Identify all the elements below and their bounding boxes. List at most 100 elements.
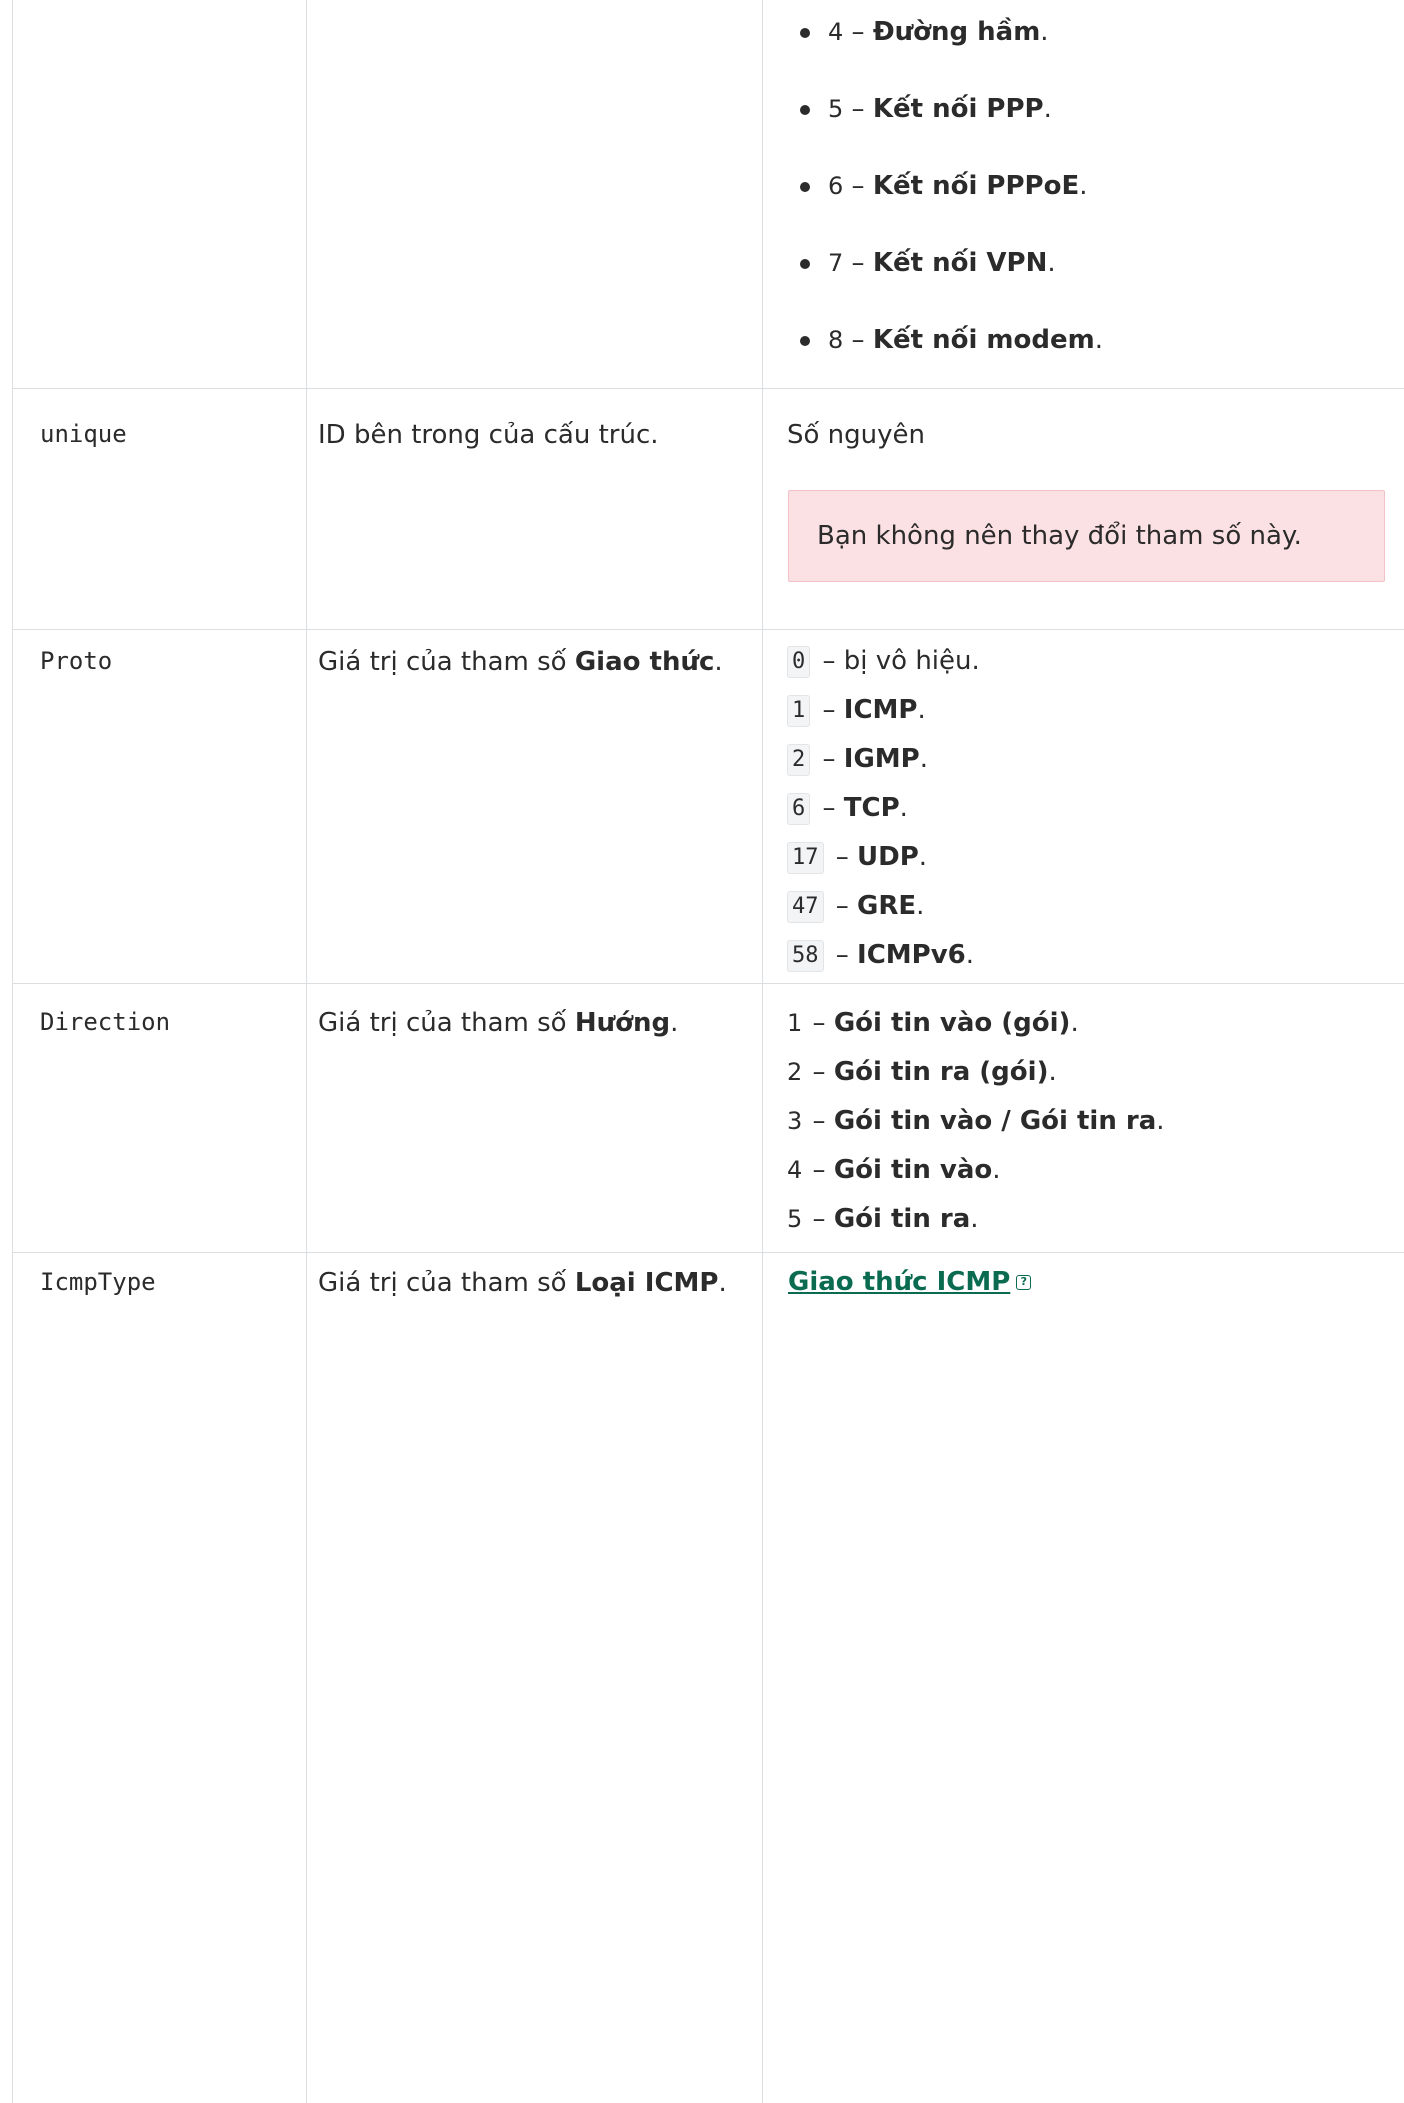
param-desc-proto: Giá trị của tham số Giao thức. — [318, 645, 723, 679]
value-code: 0 — [787, 645, 811, 678]
param-name-unique: unique — [40, 420, 127, 448]
value-number: 1 — [787, 1009, 803, 1037]
row-divider — [12, 1252, 1404, 1253]
link-text[interactable]: Giao thức ICMP — [788, 1267, 1010, 1297]
value-number: 5 — [787, 1205, 803, 1233]
row-divider — [12, 629, 1404, 630]
list-item-number: 4 — [828, 18, 844, 46]
value-bold: Gói tin vào — [833, 1155, 993, 1185]
value-bold: Gói tin vào (gói) — [833, 1008, 1071, 1038]
proto-value-row: 17 – UDP. — [787, 840, 927, 874]
warning-note: Bạn không nên thay đổi tham số này. — [788, 490, 1385, 582]
desc-suffix: . — [718, 1268, 727, 1298]
value-text: – — [814, 744, 844, 774]
connection-type-list: 4 – Đường hầm. 5 – Kết nối PPP. 6 – Kết … — [798, 14, 1103, 399]
value-text: – — [804, 1057, 834, 1087]
column-divider-1 — [306, 0, 307, 2103]
value-bold: Gói tin ra — [833, 1204, 971, 1234]
list-item-label: Kết nối PPPoE — [872, 171, 1080, 201]
column-divider-2 — [762, 0, 763, 2103]
list-item-separator: – — [851, 17, 865, 47]
bullet-icon — [800, 259, 810, 269]
list-item-separator: – — [851, 94, 865, 124]
list-item-end: . — [1094, 325, 1103, 355]
list-item-end: . — [1047, 248, 1056, 278]
value-bold: TCP — [843, 793, 900, 823]
param-value-unique: Số nguyên — [787, 420, 925, 450]
param-name-icmptype: IcmpType — [40, 1268, 156, 1296]
value-text: – — [804, 1204, 834, 1234]
proto-value-row: 47 – GRE. — [787, 889, 924, 923]
value-bold: Gói tin vào / Gói tin ra — [833, 1106, 1157, 1136]
value-bold: GRE — [857, 891, 917, 921]
direction-value-row: 2 – Gói tin ra (gói). — [787, 1055, 1057, 1089]
list-item-label: Đường hầm — [872, 17, 1041, 47]
value-bold: ICMP — [843, 695, 918, 725]
list-item-number: 7 — [828, 249, 844, 277]
value-bold: IGMP — [843, 744, 920, 774]
list-item-number: 5 — [828, 95, 844, 123]
value-end: . — [992, 1155, 1001, 1185]
list-item-label: Kết nối modem — [872, 325, 1095, 355]
list-item-separator: – — [851, 248, 865, 278]
desc-prefix: Giá trị của tham số — [318, 1008, 575, 1038]
value-bold: UDP — [857, 842, 919, 872]
direction-value-row: 1 – Gói tin vào (gói). — [787, 1006, 1079, 1040]
list-item-number: 8 — [828, 326, 844, 354]
direction-value-row: 5 – Gói tin ra. — [787, 1202, 979, 1236]
desc-bold: Loại ICMP — [574, 1268, 719, 1298]
list-item: 6 – Kết nối PPPoE. — [798, 168, 1103, 245]
param-name-direction: Direction — [40, 1008, 171, 1036]
proto-value-row: 58 – ICMPv6. — [787, 938, 974, 972]
list-item-label: Kết nối PPP — [872, 94, 1044, 124]
list-item: 5 – Kết nối PPP. — [798, 91, 1103, 168]
list-item-separator: – — [851, 325, 865, 355]
value-end: . — [899, 793, 908, 823]
table-border-left — [12, 0, 13, 2103]
value-text: – — [804, 1106, 834, 1136]
desc-prefix: Giá trị của tham số — [318, 1268, 575, 1298]
parameter-table: 4 – Đường hầm. 5 – Kết nối PPP. 6 – Kết … — [0, 0, 1404, 2103]
value-text: – — [814, 793, 844, 823]
value-end: . — [970, 1204, 979, 1234]
list-item-number: 6 — [828, 172, 844, 200]
value-code: 6 — [787, 792, 811, 825]
list-item: 8 – Kết nối modem. — [798, 322, 1103, 399]
bullet-icon — [800, 182, 810, 192]
list-item-end: . — [1079, 171, 1088, 201]
value-end: . — [916, 891, 925, 921]
value-text: – — [804, 1008, 834, 1038]
help-popup-icon[interactable]: ? — [1016, 1275, 1032, 1290]
list-item-label: Kết nối VPN — [872, 248, 1048, 278]
param-desc-unique: ID bên trong của cấu trúc. — [318, 420, 659, 450]
desc-bold: Hướng — [574, 1008, 671, 1038]
value-number: 3 — [787, 1107, 803, 1135]
value-end: . — [1070, 1008, 1079, 1038]
value-end: . — [918, 842, 928, 872]
proto-value-row: 6 – TCP. — [787, 791, 908, 825]
param-name-proto: Proto — [40, 647, 113, 675]
icmp-protocol-link[interactable]: Giao thức ICMP? — [788, 1265, 1032, 1299]
desc-prefix: Giá trị của tham số — [318, 647, 575, 677]
value-end: . — [965, 940, 975, 970]
value-text: – — [804, 1155, 834, 1185]
value-number: 4 — [787, 1156, 803, 1184]
value-text: – — [827, 940, 858, 970]
direction-value-row: 4 – Gói tin vào. — [787, 1153, 1001, 1187]
value-code: 2 — [787, 743, 811, 776]
proto-value-row: 0 – bị vô hiệu. — [787, 644, 980, 678]
value-code: 58 — [787, 939, 824, 972]
value-code: 47 — [787, 890, 824, 923]
proto-value-row: 2 – IGMP. — [787, 742, 928, 776]
desc-suffix: . — [670, 1008, 679, 1038]
warning-text: Bạn không nên thay đổi tham số này. — [817, 521, 1302, 551]
list-item-end: . — [1043, 94, 1052, 124]
value-bold: Gói tin ra (gói) — [833, 1057, 1049, 1087]
value-end: . — [919, 744, 928, 774]
desc-bold: Giao thức — [574, 647, 715, 677]
value-end: . — [1048, 1057, 1057, 1087]
value-code: 17 — [787, 841, 824, 874]
bullet-icon — [800, 105, 810, 115]
value-text: – — [814, 695, 844, 725]
value-code: 1 — [787, 694, 811, 727]
